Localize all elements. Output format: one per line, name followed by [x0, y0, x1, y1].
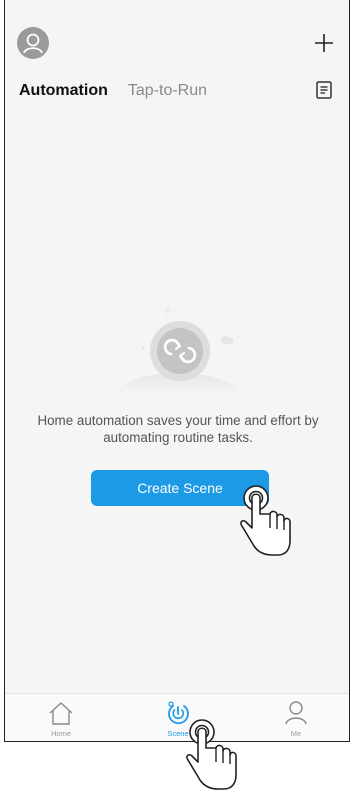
tabbar-item-home[interactable]: Home — [21, 694, 101, 741]
tab-automation[interactable]: Automation — [19, 82, 108, 100]
tabbar-label-me: Me — [290, 729, 302, 738]
user-avatar-icon[interactable] — [17, 27, 49, 59]
scene-tabs: Automation Tap-to-Run — [19, 80, 207, 102]
app-screen: Automation Tap-to-Run Home automation sa… — [4, 0, 350, 742]
tabbar-label-home: Home — [50, 729, 71, 738]
tabbar-item-me[interactable]: Me — [256, 694, 336, 741]
tab-tap-to-run[interactable]: Tap-to-Run — [128, 82, 207, 100]
empty-state-illustration — [103, 296, 253, 396]
log-document-icon[interactable] — [313, 79, 335, 101]
bottom-tab-bar: Home Scene Me — [5, 693, 349, 741]
person-icon — [285, 701, 307, 725]
empty-state-message: Home automation saves your time and effo… — [37, 413, 319, 445]
add-plus-icon[interactable] — [311, 30, 337, 56]
home-icon — [49, 702, 73, 725]
tap-hand-icon — [240, 485, 291, 556]
tap-hand-icon — [186, 719, 237, 790]
